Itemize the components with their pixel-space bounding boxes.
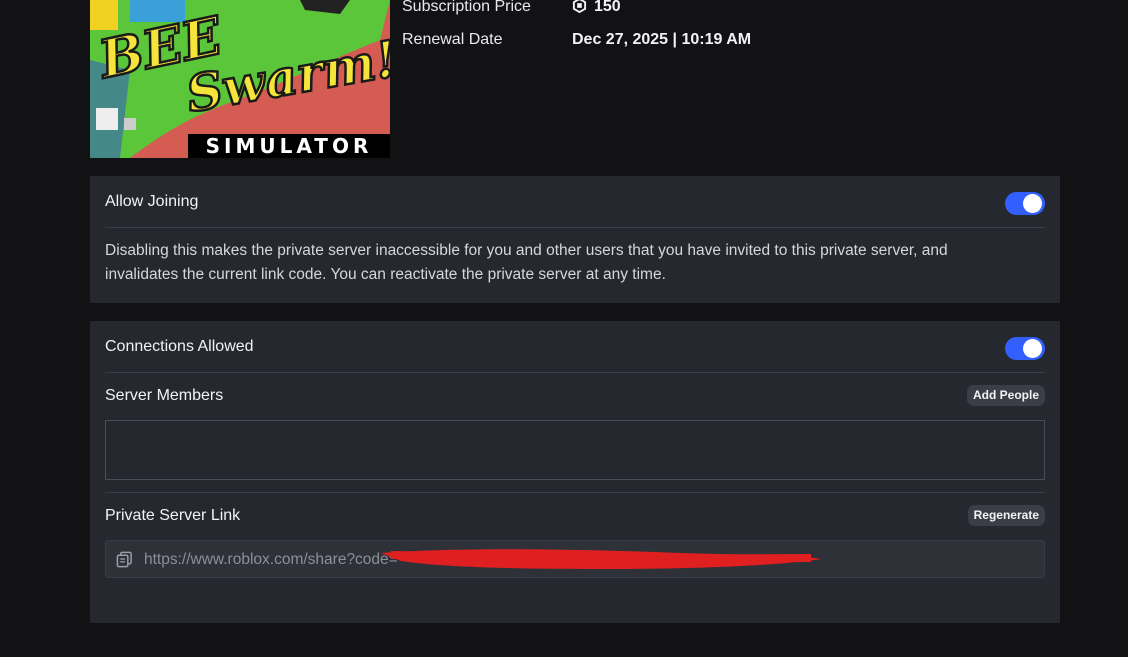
regenerate-button[interactable]: Regenerate <box>967 505 1045 526</box>
game-thumbnail: BEE Swarm! SIMULATOR <box>90 0 390 158</box>
connections-allowed-title: Connections Allowed <box>105 338 254 355</box>
allow-joining-description: Disabling this makes the private server … <box>105 242 948 283</box>
divider <box>105 227 1045 228</box>
robux-icon <box>572 0 587 13</box>
server-members-list <box>105 420 1045 480</box>
toggle-knob <box>1023 339 1042 358</box>
private-server-link-field[interactable]: https://www.roblox.com/share?code= <box>105 540 1045 578</box>
allow-joining-toggle[interactable] <box>1005 192 1045 215</box>
allow-joining-title: Allow Joining <box>105 193 199 210</box>
subscription-price-label: Subscription Price <box>402 0 531 15</box>
private-server-page: BEE Swarm! SIMULATOR Subscription Price … <box>0 0 1128 657</box>
server-settings-panel: Connections Allowed Server Members Add P… <box>90 321 1060 623</box>
add-people-button[interactable]: Add People <box>966 385 1045 406</box>
price-amount: 150 <box>594 0 621 15</box>
allow-joining-panel: Allow Joining Disabling this makes the p… <box>90 176 1060 303</box>
renewal-date-value: Dec 27, 2025 | 10:19 AM <box>572 31 752 48</box>
private-server-link-text: https://www.roblox.com/share?code= <box>144 551 398 568</box>
renewal-date-label: Renewal Date <box>402 31 503 48</box>
toggle-knob <box>1023 194 1042 213</box>
redaction-mark <box>381 549 821 569</box>
divider <box>105 492 1045 493</box>
connections-allowed-toggle[interactable] <box>1005 337 1045 360</box>
private-server-link-title: Private Server Link <box>105 507 241 524</box>
thumbnail-caption: SIMULATOR <box>188 134 390 158</box>
copy-icon[interactable] <box>116 551 133 568</box>
divider <box>105 372 1045 373</box>
subscription-price-value: 150 <box>572 0 621 16</box>
server-members-title: Server Members <box>105 387 224 404</box>
